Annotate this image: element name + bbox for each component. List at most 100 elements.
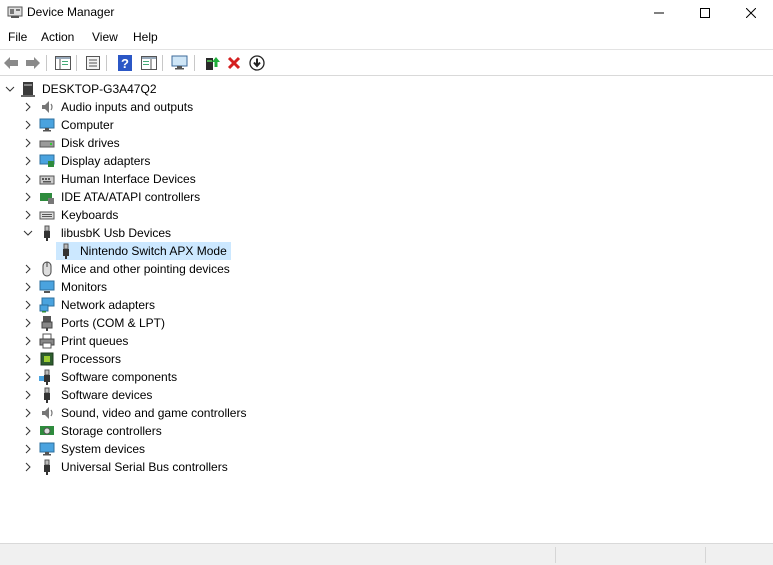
tree-category[interactable]: Computer: [0, 116, 400, 134]
chevron-right-icon[interactable]: [22, 458, 34, 476]
chevron-right-icon[interactable]: [22, 278, 34, 296]
tree-root-computer[interactable]: DESKTOP-G3A47Q2: [0, 80, 400, 98]
properties-icon: [86, 56, 100, 70]
scan-hardware-icon: [171, 55, 188, 70]
menu-action[interactable]: Action: [41, 30, 74, 44]
close-button[interactable]: [728, 0, 773, 25]
show-hide-console-tree-button[interactable]: [53, 53, 73, 73]
tree-category[interactable]: Ports (COM & LPT): [0, 314, 400, 332]
chevron-right-icon[interactable]: [22, 368, 34, 386]
uninstall-device-button[interactable]: [224, 53, 244, 73]
tree-device-label: Nintendo Switch APX Mode: [80, 244, 227, 258]
tree-category[interactable]: Storage controllers: [0, 422, 400, 440]
chevron-right-icon[interactable]: [22, 422, 34, 440]
action-pane-icon: [141, 56, 157, 70]
tree-category[interactable]: Display adapters: [0, 152, 400, 170]
tree-category-label: Processors: [61, 352, 122, 366]
system-device-icon: [39, 442, 55, 456]
menu-help[interactable]: Help: [133, 30, 158, 44]
chevron-right-icon[interactable]: [22, 296, 34, 314]
tree-category[interactable]: Audio inputs and outputs: [0, 98, 400, 116]
update-driver-icon: [206, 57, 220, 70]
minimize-button[interactable]: [636, 0, 682, 25]
tree-category-label: Storage controllers: [61, 424, 162, 438]
chevron-right-icon[interactable]: [22, 332, 34, 350]
tree-category[interactable]: Universal Serial Bus controllers: [0, 458, 400, 476]
close-icon: [746, 7, 756, 18]
tree-category-label: Network adapters: [61, 298, 156, 312]
tree-device[interactable]: Nintendo Switch APX Mode: [0, 242, 400, 260]
tree-category[interactable]: Human Interface Devices: [0, 170, 400, 188]
chevron-right-icon[interactable]: [22, 440, 34, 458]
device-tree: DESKTOP-G3A47Q2 Audio inputs and outputs…: [0, 77, 773, 543]
usb-plug-icon: [44, 225, 50, 241]
chevron-right-icon[interactable]: [22, 386, 34, 404]
tree-category[interactable]: libusbK Usb Devices: [0, 224, 400, 242]
tree-category-label: Disk drives: [61, 136, 120, 150]
tree-category[interactable]: Software components: [0, 368, 400, 386]
chevron-down-icon[interactable]: [22, 224, 34, 242]
uninstall-device-icon: [227, 56, 241, 70]
toolbar: ?: [0, 49, 773, 76]
chevron-right-icon[interactable]: [22, 206, 34, 224]
svg-text:?: ?: [121, 56, 129, 71]
chevron-right-icon[interactable]: [22, 116, 34, 134]
processor-icon: [40, 352, 54, 366]
usb-plug-icon: [44, 459, 50, 475]
chevron-right-icon[interactable]: [22, 170, 34, 188]
status-divider: [555, 547, 556, 563]
toolbar-separator: [194, 55, 195, 71]
help-button[interactable]: ?: [115, 53, 135, 73]
back-button[interactable]: [1, 53, 21, 73]
tree-category-label: Human Interface Devices: [61, 172, 196, 186]
toolbar-separator: [106, 55, 107, 71]
storage-controller-icon: [40, 426, 54, 435]
tree-category[interactable]: Keyboards: [0, 206, 400, 224]
update-driver-button[interactable]: [202, 53, 222, 73]
tree-category[interactable]: Processors: [0, 350, 400, 368]
tree-category-label: Computer: [61, 118, 114, 132]
software-device-icon: [44, 387, 50, 403]
tree-category[interactable]: Software devices: [0, 386, 400, 404]
tree-root-label: DESKTOP-G3A47Q2: [42, 82, 157, 96]
chevron-right-icon[interactable]: [22, 152, 34, 170]
menu-file[interactable]: File: [8, 30, 27, 44]
window-title: Device Manager: [27, 5, 115, 19]
chevron-right-icon[interactable]: [22, 404, 34, 422]
forward-button[interactable]: [23, 53, 43, 73]
maximize-button[interactable]: [682, 0, 728, 25]
tree-category[interactable]: Print queues: [0, 332, 400, 350]
menu-view[interactable]: View: [92, 30, 118, 44]
speaker-icon: [42, 407, 53, 419]
hid-icon: [39, 175, 55, 185]
help-icon: ?: [118, 55, 132, 71]
action-pane-button[interactable]: [139, 53, 159, 73]
tree-category[interactable]: Disk drives: [0, 134, 400, 152]
chevron-right-icon[interactable]: [22, 188, 34, 206]
device-manager-app-icon: [7, 6, 23, 18]
tree-category[interactable]: Sound, video and game controllers: [0, 404, 400, 422]
tree-category-label: Sound, video and game controllers: [61, 406, 247, 420]
chevron-right-icon[interactable]: [22, 260, 34, 278]
tree-category-label: Mice and other pointing devices: [61, 262, 230, 276]
properties-button[interactable]: [83, 53, 103, 73]
tree-category[interactable]: IDE ATA/ATAPI controllers: [0, 188, 400, 206]
disable-device-button[interactable]: [247, 53, 267, 73]
maximize-icon: [700, 7, 710, 18]
usb-plug-icon: [63, 243, 69, 259]
chevron-right-icon[interactable]: [22, 350, 34, 368]
chevron-right-icon[interactable]: [22, 134, 34, 152]
back-arrow-icon: [4, 57, 18, 69]
scan-hardware-button[interactable]: [170, 53, 190, 73]
tree-category[interactable]: Network adapters: [0, 296, 400, 314]
chevron-right-icon[interactable]: [22, 314, 34, 332]
chevron-down-icon[interactable]: [4, 80, 16, 98]
tree-category-label: Keyboards: [61, 208, 119, 222]
keyboard-icon: [39, 211, 55, 220]
tree-category[interactable]: System devices: [0, 440, 400, 458]
tree-category[interactable]: Mice and other pointing devices: [0, 260, 400, 278]
chevron-right-icon[interactable]: [22, 98, 34, 116]
tree-category-label: Software components: [61, 370, 178, 384]
tree-category[interactable]: Monitors: [0, 278, 400, 296]
tree-category-label: Monitors: [61, 280, 108, 294]
